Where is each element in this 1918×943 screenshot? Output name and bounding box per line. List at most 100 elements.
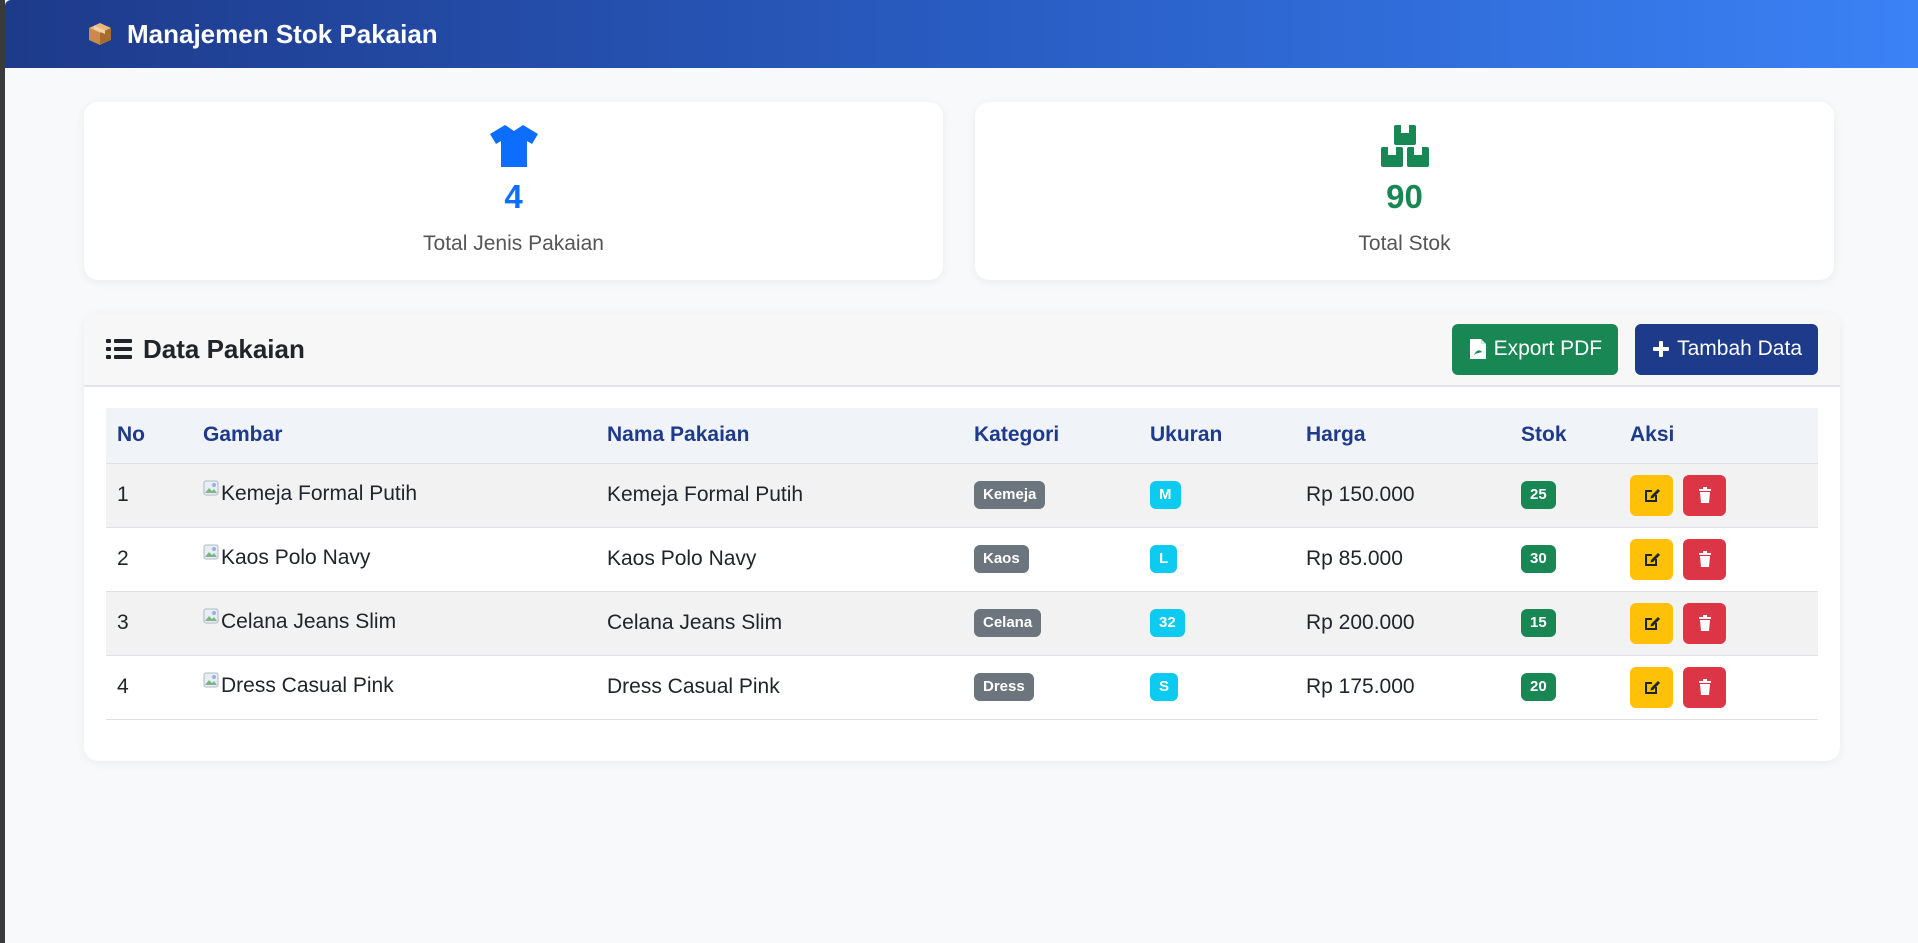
plus-icon <box>1653 341 1670 357</box>
size-badge: M <box>1150 481 1181 509</box>
cell-category: Kaos <box>963 527 1139 592</box>
size-badge: S <box>1150 673 1179 701</box>
cell-price: Rp 150.000 <box>1295 463 1510 528</box>
add-data-button[interactable]: Tambah Data <box>1635 323 1818 375</box>
boxes-icon <box>1379 123 1431 169</box>
shirt-icon <box>488 123 540 169</box>
cell-no: 1 <box>106 463 192 528</box>
header-no: No <box>106 408 192 464</box>
clothing-table: No Gambar Nama Pakaian Kategori Ukuran H… <box>106 408 1818 720</box>
cell-price: Rp 85.000 <box>1295 527 1510 592</box>
delete-button[interactable] <box>1683 602 1726 644</box>
edit-button[interactable] <box>1630 474 1673 516</box>
table-row: 3 Celana Jeans Slim Celana Jeans Slim Ce… <box>106 591 1818 656</box>
cell-price: Rp 200.000 <box>1295 591 1510 656</box>
edit-icon <box>1644 553 1660 566</box>
category-badge: Kemeja <box>974 481 1046 509</box>
stat-card-total-stock: 90 Total Stok <box>975 102 1834 280</box>
panel-title: Data Pakaian <box>106 334 305 365</box>
table-row: 2 Kaos Polo Navy Kaos Polo Navy Kaos L R… <box>106 527 1818 592</box>
stat-label-total-types: Total Jenis Pakaian <box>423 232 604 255</box>
cell-category: Celana <box>963 591 1139 656</box>
header-price: Harga <box>1295 408 1510 464</box>
cell-size: S <box>1139 655 1295 720</box>
clothing-image: Kemeja Formal Putih <box>203 480 418 506</box>
cell-stock: 20 <box>1510 655 1619 720</box>
cell-name: Kemeja Formal Putih <box>596 463 963 528</box>
cell-name: Kaos Polo Navy <box>596 527 963 592</box>
cell-actions <box>1619 463 1818 528</box>
stock-badge: 20 <box>1521 673 1556 701</box>
navbar: Manajemen Stok Pakaian <box>5 0 1918 68</box>
cell-size: L <box>1139 527 1295 592</box>
cell-image: Kaos Polo Navy <box>192 527 596 592</box>
list-icon <box>106 337 132 361</box>
cell-actions <box>1619 655 1818 720</box>
delete-button[interactable] <box>1683 474 1726 516</box>
cell-actions <box>1619 591 1818 656</box>
size-badge: L <box>1150 545 1178 573</box>
header-size: Ukuran <box>1139 408 1295 464</box>
table-row: 1 Kemeja Formal Putih Kemeja Formal Puti… <box>106 463 1818 528</box>
cell-stock: 30 <box>1510 527 1619 592</box>
image-alt-text: Kaos Polo Navy <box>221 546 371 569</box>
cell-image: Kemeja Formal Putih <box>192 463 596 528</box>
cell-category: Kemeja <box>963 463 1139 528</box>
image-alt-text: Kemeja Formal Putih <box>221 482 418 505</box>
header-name: Nama Pakaian <box>596 408 963 464</box>
stat-card-total-types: 4 Total Jenis Pakaian <box>84 102 943 280</box>
cell-no: 4 <box>106 655 192 720</box>
stats-row: 4 Total Jenis Pakaian 90 Total Stok <box>84 102 1840 280</box>
header-category: Kategori <box>963 408 1139 464</box>
delete-button[interactable] <box>1683 666 1726 708</box>
clothing-image: Celana Jeans Slim <box>203 608 397 634</box>
cell-no: 3 <box>106 591 192 656</box>
cell-no: 2 <box>106 527 192 592</box>
edit-button[interactable] <box>1630 666 1673 708</box>
cell-category: Dress <box>963 655 1139 720</box>
table-header-row: No Gambar Nama Pakaian Kategori Ukuran H… <box>106 408 1818 464</box>
panel-actions: Export PDF Tambah Data <box>1451 323 1818 375</box>
edit-button[interactable] <box>1630 602 1673 644</box>
header-actions: Aksi <box>1619 408 1818 464</box>
edit-icon <box>1644 681 1660 694</box>
add-data-label: Tambah Data <box>1677 337 1802 360</box>
cell-image: Dress Casual Pink <box>192 655 596 720</box>
category-badge: Dress <box>974 673 1034 701</box>
broken-image-icon <box>203 672 219 688</box>
delete-button[interactable] <box>1683 538 1726 580</box>
trash-icon <box>1698 615 1711 631</box>
cell-actions <box>1619 527 1818 592</box>
table-row: 4 Dress Casual Pink Dress Casual Pink Dr… <box>106 655 1818 720</box>
package-icon <box>87 21 113 47</box>
file-pdf-icon <box>1469 339 1486 359</box>
broken-image-icon <box>203 544 219 560</box>
panel-header: Data Pakaian Export PDF Tambah Data <box>84 313 1840 387</box>
cell-stock: 25 <box>1510 463 1619 528</box>
stock-badge: 15 <box>1521 609 1556 637</box>
clothing-image: Kaos Polo Navy <box>203 544 371 570</box>
cell-image: Celana Jeans Slim <box>192 591 596 656</box>
app-window: Manajemen Stok Pakaian 4 Total Jenis Pak… <box>5 0 1918 943</box>
cell-size: M <box>1139 463 1295 528</box>
category-badge: Kaos <box>974 545 1029 573</box>
cell-price: Rp 175.000 <box>1295 655 1510 720</box>
cell-name: Celana Jeans Slim <box>596 591 963 656</box>
app-title: Manajemen Stok Pakaian <box>127 18 438 49</box>
edit-button[interactable] <box>1630 538 1673 580</box>
brand[interactable]: Manajemen Stok Pakaian <box>87 19 438 50</box>
panel-title-text: Data Pakaian <box>143 333 305 364</box>
header-image: Gambar <box>192 408 596 464</box>
trash-icon <box>1698 487 1711 503</box>
export-pdf-label: Export PDF <box>1493 337 1603 360</box>
trash-icon <box>1698 679 1711 695</box>
data-panel: Data Pakaian Export PDF Tambah Data No G… <box>84 313 1840 761</box>
export-pdf-button[interactable]: Export PDF <box>1451 323 1619 375</box>
broken-image-icon <box>203 608 219 624</box>
category-badge: Celana <box>974 609 1042 637</box>
stat-value-total-types: 4 <box>504 178 523 215</box>
header-stock: Stok <box>1510 408 1619 464</box>
stat-value-total-stock: 90 <box>1386 178 1423 215</box>
table-wrapper: No Gambar Nama Pakaian Kategori Ukuran H… <box>84 387 1840 720</box>
image-alt-text: Celana Jeans Slim <box>221 610 397 633</box>
